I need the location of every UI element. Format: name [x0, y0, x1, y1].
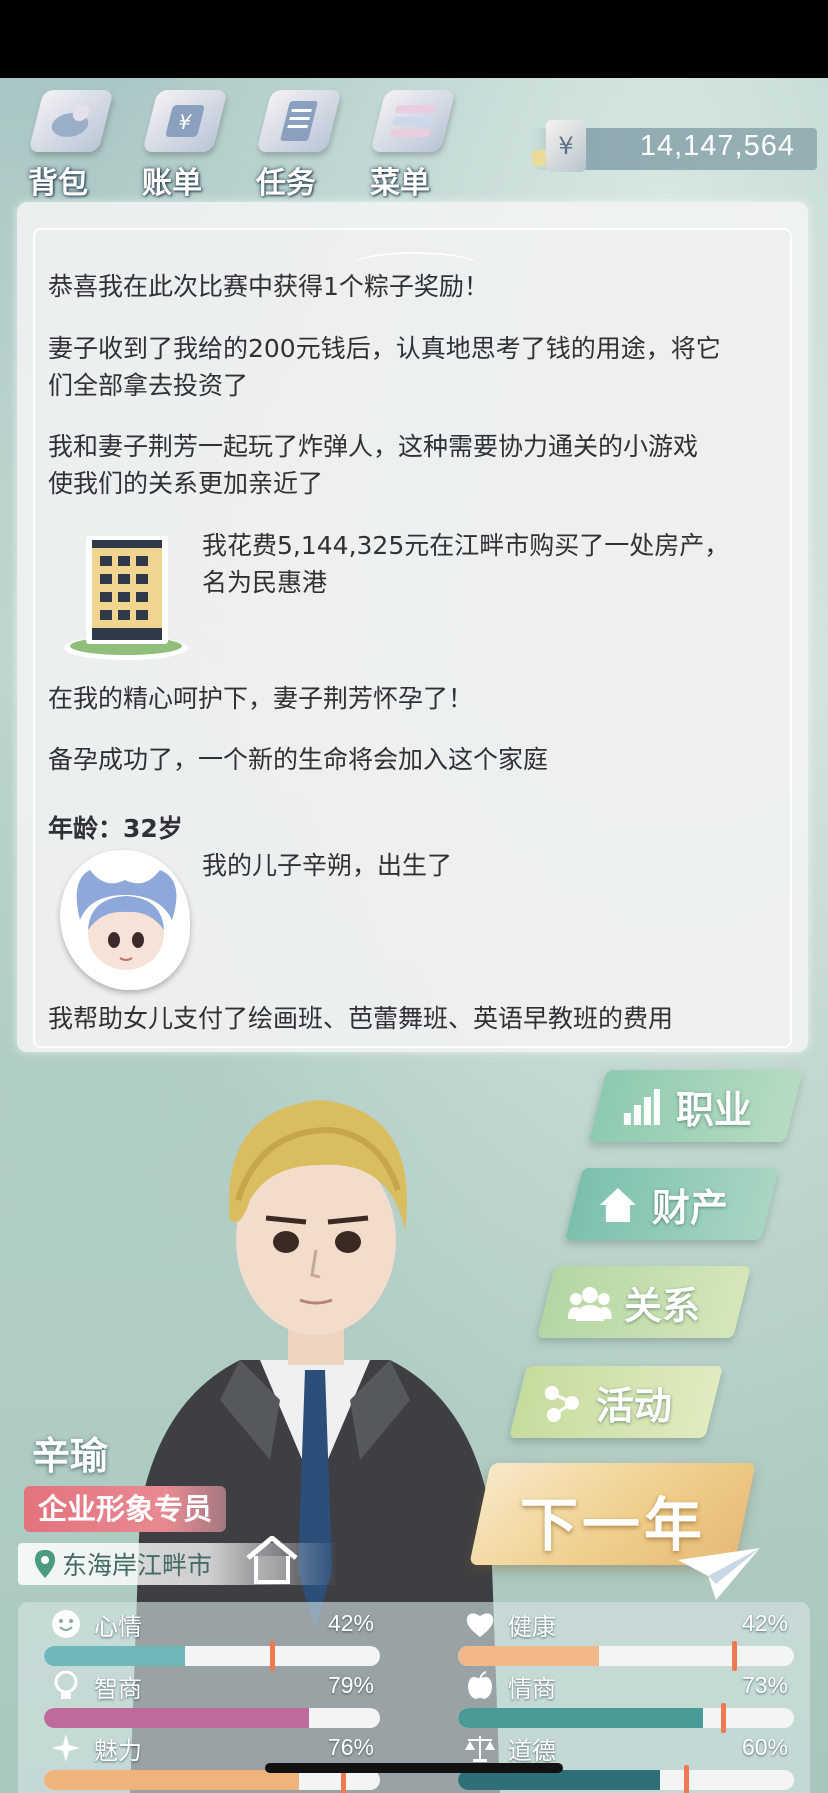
log-entry: 名为民惠港	[202, 568, 328, 597]
home-indicator[interactable]	[265, 1763, 563, 1773]
bill-label: 账单	[142, 166, 202, 201]
yen-icon: ¥	[546, 120, 586, 172]
stat-charm: 魅力 76%	[44, 1732, 380, 1793]
bill-icon: ¥	[142, 90, 228, 152]
player-job-badge: 企业形象专员	[24, 1486, 227, 1532]
stat-marker	[731, 1641, 737, 1671]
log-entry: 我帮助女儿支付了绘画班、芭蕾舞班、英语早教班的费用	[48, 1004, 674, 1033]
money-amount: 14,147,564	[639, 130, 795, 162]
location-pin-icon	[35, 1550, 55, 1578]
chart-icon	[620, 1084, 664, 1128]
stat-fill	[44, 1646, 186, 1666]
home-icon[interactable]	[244, 1536, 300, 1586]
log-entry: 恭喜我在此次比赛中获得1个粽子奖励！	[48, 272, 489, 301]
molecule-icon	[540, 1380, 584, 1424]
stat-label: 心情	[94, 1612, 142, 1641]
stat-eq: 情商 73%	[458, 1670, 794, 1733]
log-entry: 们全部拿去投资了	[48, 371, 249, 400]
stat-bar	[458, 1646, 794, 1666]
heart-icon	[464, 1608, 496, 1640]
stat-fill	[44, 1708, 310, 1728]
stat-value: 79%	[327, 1672, 374, 1698]
stat-mood: 心情 42%	[44, 1608, 380, 1671]
log-entry: 妻子收到了我给的200元钱后，认真地思考了钱的用途，将它	[48, 334, 721, 363]
menu-icon	[370, 90, 456, 152]
stat-fill	[44, 1770, 300, 1790]
age-heading: 年龄：32岁	[48, 814, 183, 843]
stat-marker	[721, 1703, 727, 1733]
log-entry: 在我的精心呵护下，妻子荆芳怀孕了！	[48, 684, 474, 713]
property-label: 财产	[652, 1185, 729, 1230]
stat-value: 76%	[327, 1734, 374, 1760]
career-label: 职业	[676, 1087, 753, 1132]
stat-bar	[44, 1708, 380, 1728]
location-label: 东海岸江畔市	[62, 1551, 213, 1580]
baby-avatar	[60, 850, 190, 990]
stat-value: 42%	[741, 1610, 788, 1636]
money-display: ¥ 14,147,564	[532, 120, 817, 172]
house-icon	[596, 1182, 640, 1226]
stat-moral: 道德 60%	[458, 1732, 794, 1793]
sparkle-icon	[50, 1732, 82, 1764]
stat-bar	[458, 1770, 794, 1790]
task-icon	[256, 90, 342, 152]
lightbulb-icon	[50, 1670, 82, 1702]
stat-label: 道德	[508, 1736, 556, 1765]
stat-bar	[458, 1708, 794, 1728]
yen-symbol: ¥	[558, 132, 574, 160]
paper-plane-icon	[678, 1548, 760, 1600]
log-entry: 我花费5,144,325元在江畔市购买了一处房产，	[202, 531, 730, 560]
stat-value: 42%	[327, 1610, 374, 1636]
stat-value: 73%	[741, 1672, 788, 1698]
scales-icon	[464, 1732, 496, 1764]
stat-marker	[684, 1765, 690, 1793]
stat-bar	[44, 1646, 380, 1666]
stat-label: 魅力	[94, 1736, 142, 1765]
stat-fill	[458, 1770, 660, 1790]
stat-fill	[458, 1708, 704, 1728]
stat-label: 情商	[508, 1674, 556, 1703]
stat-value: 60%	[741, 1734, 788, 1760]
menu-button[interactable]: 菜单	[356, 90, 466, 201]
status-bar	[0, 0, 828, 78]
stat-label: 健康	[508, 1612, 556, 1641]
bag-label: 背包	[28, 166, 88, 201]
apple-icon	[464, 1670, 496, 1702]
relation-button[interactable]: 关系	[537, 1266, 751, 1338]
stat-health: 健康 42%	[458, 1608, 794, 1671]
relation-label: 关系	[624, 1283, 701, 1328]
activity-button[interactable]: 活动	[509, 1366, 723, 1438]
bag-button[interactable]: 背包	[14, 90, 124, 201]
building-icon	[64, 536, 188, 660]
stat-bar	[44, 1770, 380, 1790]
bag-icon	[28, 90, 114, 152]
property-button[interactable]: 财产	[565, 1168, 779, 1240]
people-icon	[568, 1280, 612, 1324]
task-button[interactable]: 任务	[242, 90, 352, 201]
menu-label: 菜单	[370, 166, 430, 201]
career-button[interactable]: 职业	[589, 1070, 803, 1142]
player-name: 辛瑜	[32, 1434, 109, 1478]
bill-button[interactable]: ¥ 账单	[128, 90, 238, 201]
log-entry: 我的儿子辛朔，出生了	[202, 851, 453, 880]
log-entry: 使我们的关系更加亲近了	[48, 469, 324, 498]
smile-icon	[50, 1608, 82, 1640]
log-entry: 备孕成功了，一个新的生命将会加入这个家庭	[48, 745, 549, 774]
activity-label: 活动	[596, 1383, 673, 1428]
log-entry: 我和妻子荆芳一起玩了炸弹人，这种需要协力通关的小游戏	[48, 432, 699, 461]
task-label: 任务	[256, 166, 316, 201]
stat-label: 智商	[94, 1674, 142, 1703]
stat-iq: 智商 79%	[44, 1670, 380, 1730]
stat-marker	[270, 1641, 276, 1671]
stat-fill	[458, 1646, 600, 1666]
